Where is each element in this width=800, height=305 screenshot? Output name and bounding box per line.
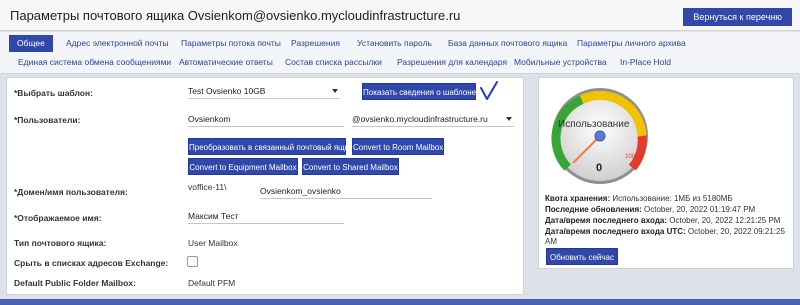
tab-set-password[interactable]: Установить пароль [357,35,432,52]
tab-bar: Общее Адрес электронной почты Параметры … [0,32,800,74]
tab-mobile-devices[interactable]: Мобильные устройства [514,54,607,71]
last-login-utc-ampm: AM [545,237,557,246]
last-login-utc-line: Дата/время последнего входа UTC: October… [545,227,785,236]
hide-from-address-lists-checkbox[interactable] [187,256,198,267]
convert-equipment-mailbox-button[interactable]: Convert to Equipment Mailbox [188,158,298,175]
last-update-value: October, 20, 2022 01:19:47 PM [644,205,756,214]
refresh-now-button[interactable]: Обновить сейчас [546,248,618,265]
show-template-details-button[interactable]: Показать сведения о шаблоне [362,83,476,100]
tab-calendar-permissions[interactable]: Разрешения для календаря [397,54,507,71]
quota-value: Использование: 1МБ из 5180МБ [612,194,733,203]
last-update-line: Последние обновления: October, 20, 2022 … [545,205,755,214]
page-title: Параметры почтового ящика Ovsienkom@ovsi… [10,8,461,23]
tab-in-place-hold[interactable]: In-Place Hold [620,54,671,71]
last-login-line: Дата/время последнего входа: October, 20… [545,216,780,225]
tab-auto-replies[interactable]: Автоматические ответы [179,54,273,71]
last-login-utc-label: Дата/время последнего входа UTC: [545,227,686,236]
last-login-label: Дата/время последнего входа: [545,216,668,225]
tab-email-address[interactable]: Адрес электронной почты [66,35,169,52]
users-input[interactable]: Ovsienkom [188,111,344,127]
users-label: *Пользователи: [14,115,81,125]
chevron-down-icon [332,89,338,93]
domain-select-value: @ovsienko.mycloudinfrastructure.ru [352,114,488,124]
tab-general[interactable]: Общее [9,35,53,52]
quota-line: Квота хранения: Использование: 1МБ из 51… [545,194,733,203]
tab-permissions[interactable]: Разрешения [291,35,340,52]
footer-bar [0,299,800,305]
tab-unified-messaging[interactable]: Единая система обмена сообщениями [18,54,171,71]
last-login-utc-value: October, 20, 2022 09:21:25 [687,227,785,236]
last-update-label: Последние обновления: [545,205,642,214]
convert-shared-mailbox-button[interactable]: Convert to Shared Mailbox [302,158,399,175]
tab-mailbox-database[interactable]: База данных почтового ящика [448,35,567,52]
display-name-input[interactable]: Максим Тест [188,208,344,224]
chevron-down-icon [506,117,512,121]
quota-label: Квота хранения: [545,194,611,203]
back-to-list-button[interactable]: Вернуться к перечню [683,8,792,26]
gauge-label: Использование [558,119,630,130]
mailbox-type-label: Тип почтового ящика: [14,238,107,248]
gauge-value: 0 [596,162,603,174]
hide-from-address-lists-label: Срыть в списках адресов Exchange: [14,258,169,268]
template-select-value: Test Ovsienko 10GB [188,86,266,96]
display-name-label: *Отображаемое имя: [14,213,102,223]
default-pf-mailbox-value: Default PFM [188,278,236,288]
convert-linked-mailbox-button[interactable]: Преобразовать в связанный почтовый ящик [188,138,353,155]
default-pf-mailbox-label: Default Public Folder Mailbox: [14,278,136,288]
domain-user-label: *Домен/имя пользователя: [14,187,128,197]
domain-prefix: voffice-11\ [188,182,227,192]
template-label: *Выбрать шаблон: [14,88,93,98]
page-header: Параметры почтового ящика Ovsienkom@ovsi… [0,0,800,31]
domain-select[interactable]: @ovsienko.mycloudinfrastructure.ru [352,111,514,127]
last-login-value: October, 20, 2022 12:21:25 PM [669,216,781,225]
template-select[interactable]: Test Ovsienko 10GB [188,83,340,99]
domain-user-input[interactable]: Ovsienkom_ovsienko [260,183,432,199]
mailbox-type-value: User Mailbox [188,238,238,248]
tab-distribution-lists[interactable]: Состав списка рассылки [285,54,382,71]
tab-archive[interactable]: Параметры личного архива [577,35,686,52]
tab-mail-flow[interactable]: Параметры потока почты [181,35,281,52]
checkmark-icon [480,81,498,100]
gauge-mark-100: 100 [625,154,636,160]
convert-room-mailbox-button[interactable]: Convert to Room Mailbox [352,138,444,155]
